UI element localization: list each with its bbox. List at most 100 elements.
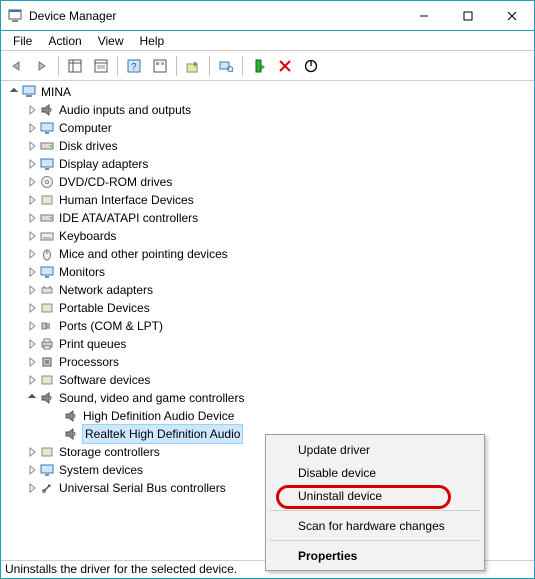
tree-category-label: Computer bbox=[59, 119, 112, 137]
tree-device[interactable]: High Definition Audio Device bbox=[5, 407, 534, 425]
expand-icon[interactable] bbox=[25, 481, 39, 495]
category-icon bbox=[39, 336, 55, 352]
expand-icon[interactable] bbox=[25, 157, 39, 171]
update-driver-button[interactable] bbox=[181, 55, 205, 77]
tree-category-label: Disk drives bbox=[59, 137, 118, 155]
toolbar-separator bbox=[117, 56, 118, 76]
toolbar-separator bbox=[209, 56, 210, 76]
category-icon bbox=[39, 444, 55, 460]
expand-icon[interactable] bbox=[25, 283, 39, 297]
category-icon bbox=[39, 156, 55, 172]
expand-icon[interactable] bbox=[25, 247, 39, 261]
expand-icon[interactable] bbox=[25, 103, 39, 117]
expand-icon[interactable] bbox=[25, 229, 39, 243]
menu-file[interactable]: File bbox=[5, 32, 40, 50]
toolbar-separator bbox=[58, 56, 59, 76]
category-icon bbox=[39, 480, 55, 496]
disable-device-button[interactable] bbox=[299, 55, 323, 77]
expand-icon[interactable] bbox=[25, 445, 39, 459]
ctx-update-driver[interactable]: Update driver bbox=[268, 438, 482, 461]
speaker-icon bbox=[63, 408, 79, 424]
menu-action[interactable]: Action bbox=[40, 32, 89, 50]
category-icon bbox=[39, 462, 55, 478]
back-button[interactable] bbox=[4, 55, 28, 77]
spacer bbox=[49, 427, 63, 441]
category-icon bbox=[39, 372, 55, 388]
speaker-icon bbox=[63, 426, 79, 442]
tree-category[interactable]: Keyboards bbox=[5, 227, 534, 245]
properties-button[interactable] bbox=[89, 55, 113, 77]
tree-category[interactable]: Portable Devices bbox=[5, 299, 534, 317]
menu-bar: File Action View Help bbox=[1, 31, 534, 51]
tree-category[interactable]: Processors bbox=[5, 353, 534, 371]
enable-device-button[interactable] bbox=[247, 55, 271, 77]
expand-icon[interactable] bbox=[25, 175, 39, 189]
tree-category[interactable]: Disk drives bbox=[5, 137, 534, 155]
expand-icon[interactable] bbox=[25, 211, 39, 225]
category-icon bbox=[39, 228, 55, 244]
expand-icon[interactable] bbox=[25, 355, 39, 369]
help-button[interactable]: ? bbox=[122, 55, 146, 77]
tree-category[interactable]: Human Interface Devices bbox=[5, 191, 534, 209]
scan-hardware-button[interactable] bbox=[214, 55, 238, 77]
tree-category-label: Keyboards bbox=[59, 227, 116, 245]
tree-root-label: MINA bbox=[41, 83, 71, 101]
status-text: Uninstalls the driver for the selected d… bbox=[5, 562, 237, 576]
tree-category[interactable]: Monitors bbox=[5, 263, 534, 281]
tree-category[interactable]: Print queues bbox=[5, 335, 534, 353]
expand-icon[interactable] bbox=[25, 373, 39, 387]
expand-icon[interactable] bbox=[25, 463, 39, 477]
tree-category[interactable]: DVD/CD-ROM drives bbox=[5, 173, 534, 191]
expand-icon[interactable] bbox=[25, 139, 39, 153]
tree-category[interactable]: Display adapters bbox=[5, 155, 534, 173]
tree-category-label: Software devices bbox=[59, 371, 150, 389]
show-hide-tree-button[interactable] bbox=[63, 55, 87, 77]
ctx-properties[interactable]: Properties bbox=[268, 544, 482, 567]
category-icon bbox=[39, 318, 55, 334]
tree-category[interactable]: Mice and other pointing devices bbox=[5, 245, 534, 263]
tree-category[interactable]: Sound, video and game controllers bbox=[5, 389, 534, 407]
expand-icon[interactable] bbox=[25, 121, 39, 135]
menu-help[interactable]: Help bbox=[132, 32, 173, 50]
tree-category[interactable]: Software devices bbox=[5, 371, 534, 389]
tree-category-label: DVD/CD-ROM drives bbox=[59, 173, 172, 191]
tree-category-label: Human Interface Devices bbox=[59, 191, 194, 209]
tree-category[interactable]: Computer bbox=[5, 119, 534, 137]
category-icon bbox=[39, 210, 55, 226]
tree-category-label: Print queues bbox=[59, 335, 126, 353]
tree-category[interactable]: Audio inputs and outputs bbox=[5, 101, 534, 119]
minimize-button[interactable] bbox=[402, 1, 446, 30]
collapse-icon[interactable] bbox=[7, 85, 21, 99]
category-icon bbox=[39, 264, 55, 280]
tree-category-label: Ports (COM & LPT) bbox=[59, 317, 163, 335]
expand-icon[interactable] bbox=[25, 319, 39, 333]
expand-icon[interactable] bbox=[25, 265, 39, 279]
close-button[interactable] bbox=[490, 1, 534, 30]
category-icon bbox=[39, 246, 55, 262]
computer-icon bbox=[21, 84, 37, 100]
ctx-uninstall-device[interactable]: Uninstall device bbox=[268, 484, 482, 507]
expand-icon[interactable] bbox=[25, 337, 39, 351]
collapse-icon[interactable] bbox=[25, 391, 39, 405]
tree-root[interactable]: MINA bbox=[5, 83, 534, 101]
expand-icon[interactable] bbox=[25, 301, 39, 315]
tree-category-label: Monitors bbox=[59, 263, 105, 281]
uninstall-device-button[interactable] bbox=[273, 55, 297, 77]
category-icon bbox=[39, 102, 55, 118]
action-button[interactable] bbox=[148, 55, 172, 77]
forward-button[interactable] bbox=[30, 55, 54, 77]
tree-category[interactable]: IDE ATA/ATAPI controllers bbox=[5, 209, 534, 227]
tree-category-label: Portable Devices bbox=[59, 299, 150, 317]
tree-category-label: Universal Serial Bus controllers bbox=[59, 479, 226, 497]
tree-device-label: Realtek High Definition Audio bbox=[82, 424, 243, 444]
toolbar-separator bbox=[242, 56, 243, 76]
tree-category[interactable]: Ports (COM & LPT) bbox=[5, 317, 534, 335]
tree-category-label: Audio inputs and outputs bbox=[59, 101, 191, 119]
maximize-button[interactable] bbox=[446, 1, 490, 30]
expand-icon[interactable] bbox=[25, 193, 39, 207]
ctx-disable-device[interactable]: Disable device bbox=[268, 461, 482, 484]
context-menu-separator bbox=[270, 540, 480, 541]
tree-category[interactable]: Network adapters bbox=[5, 281, 534, 299]
ctx-scan-hardware[interactable]: Scan for hardware changes bbox=[268, 514, 482, 537]
menu-view[interactable]: View bbox=[90, 32, 132, 50]
